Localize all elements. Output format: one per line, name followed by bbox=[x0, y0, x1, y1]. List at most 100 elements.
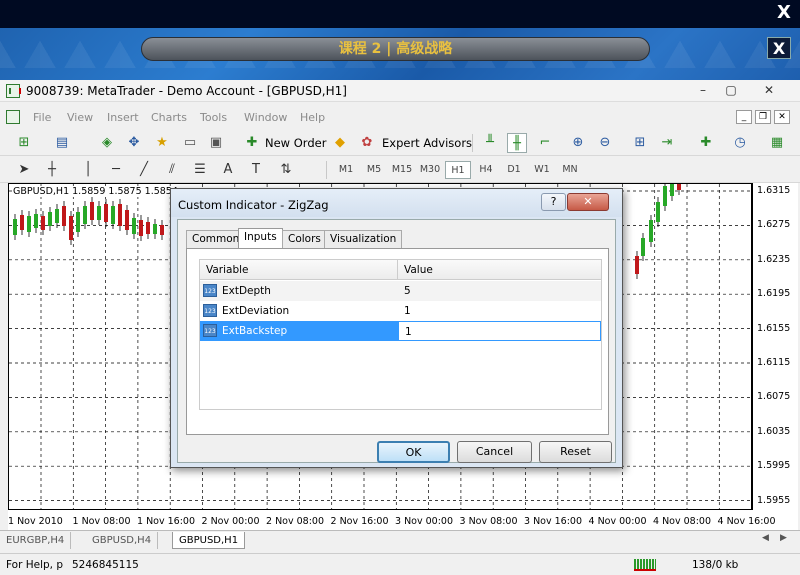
minimize-button[interactable]: – bbox=[690, 81, 716, 99]
text-icon[interactable]: A bbox=[218, 160, 238, 180]
tab-scroll-left-icon[interactable]: ◀ bbox=[762, 533, 769, 543]
fibonacci-icon[interactable]: ☰ bbox=[190, 160, 210, 180]
inputs-panel: Variable Value 123 ExtDepth 5 123 ExtDev… bbox=[186, 248, 609, 435]
profiles-icon[interactable]: ▤ bbox=[52, 133, 72, 153]
chart-tab-gbpusd-h1[interactable]: GBPUSD,H1 bbox=[172, 532, 246, 549]
equidistant-channel-icon[interactable]: ⫽ bbox=[162, 160, 182, 180]
price-label: 1.6315 bbox=[757, 185, 791, 196]
ok-button[interactable]: OK bbox=[377, 441, 450, 463]
time-label: 2 Nov 08:00 bbox=[266, 516, 325, 527]
timeframe-mn[interactable]: MN bbox=[557, 161, 583, 179]
tab-common[interactable]: Common bbox=[186, 230, 246, 248]
candle bbox=[97, 206, 101, 220]
mdi-restore-button[interactable]: ❐ bbox=[755, 110, 771, 124]
menu-window[interactable]: Window bbox=[244, 111, 287, 124]
line-chart-icon[interactable]: ⌐ bbox=[535, 133, 555, 153]
value-cell[interactable]: 1 bbox=[398, 301, 601, 321]
table-row[interactable]: 123 ExtDeviation 1 bbox=[200, 301, 601, 321]
timeframe-m15[interactable]: M15 bbox=[389, 161, 415, 179]
navigator-icon[interactable]: ✥ bbox=[124, 133, 144, 153]
close-overlay-button[interactable]: X bbox=[774, 2, 794, 24]
cancel-button[interactable]: Cancel bbox=[457, 441, 532, 463]
dialog-titlebar: Custom Indicator - ZigZag ? ✕ bbox=[171, 189, 622, 217]
menu-insert[interactable]: Insert bbox=[107, 111, 139, 124]
mdi-minimize-button[interactable]: _ bbox=[736, 110, 752, 124]
menu-charts[interactable]: Charts bbox=[151, 111, 187, 124]
value-edit-field[interactable]: 1 bbox=[398, 321, 601, 341]
metaeditor-icon[interactable]: ◆ bbox=[330, 133, 350, 153]
timeframe-m1[interactable]: M1 bbox=[333, 161, 359, 179]
horizontal-line-icon[interactable]: ─ bbox=[106, 160, 126, 180]
arrows-icon[interactable]: ⇅ bbox=[276, 160, 296, 180]
dialog-body: Common Inputs Colors Visualization Varia… bbox=[177, 219, 616, 463]
expert-advisors-icon[interactable]: ✿ bbox=[357, 133, 377, 153]
vertical-line-icon[interactable]: │ bbox=[78, 160, 98, 180]
tab-colors[interactable]: Colors bbox=[282, 230, 327, 248]
candle bbox=[90, 202, 94, 220]
menu-file[interactable]: File bbox=[33, 111, 51, 124]
text-label-icon[interactable]: T bbox=[246, 160, 266, 180]
column-header-value[interactable]: Value bbox=[398, 260, 601, 280]
variable-name: ExtDeviation bbox=[222, 305, 290, 317]
new-order-button[interactable]: New Order bbox=[265, 136, 326, 150]
tab-visualization[interactable]: Visualization bbox=[324, 230, 403, 248]
timeframe-w1[interactable]: W1 bbox=[529, 161, 555, 179]
candle bbox=[20, 215, 24, 230]
zoom-in-icon[interactable]: ⊕ bbox=[568, 133, 588, 153]
periods-icon[interactable]: ◷ bbox=[730, 133, 750, 153]
candlestick-icon[interactable]: ╫ bbox=[507, 133, 527, 153]
timeframe-m5[interactable]: M5 bbox=[361, 161, 387, 179]
table-row-selected[interactable]: 123 ExtBackstep 1 bbox=[200, 321, 601, 341]
market-watch-icon[interactable]: ◈ bbox=[97, 133, 117, 153]
reset-button[interactable]: Reset bbox=[539, 441, 612, 463]
indicators-icon[interactable]: ✚ bbox=[696, 133, 716, 153]
mdi-close-button[interactable]: ✕ bbox=[774, 110, 790, 124]
timeframe-d1[interactable]: D1 bbox=[501, 161, 527, 179]
candle bbox=[69, 216, 73, 240]
candle bbox=[83, 206, 87, 224]
column-header-variable[interactable]: Variable bbox=[200, 260, 398, 280]
expert-advisors-button[interactable]: Expert Advisors bbox=[382, 136, 472, 150]
timeframe-h1[interactable]: H1 bbox=[445, 161, 471, 179]
dialog-help-button[interactable]: ? bbox=[541, 193, 566, 211]
close-window-button[interactable]: ✕ bbox=[756, 81, 782, 99]
price-label: 1.6075 bbox=[757, 391, 791, 403]
chart-shift-icon[interactable]: ⇥ bbox=[657, 133, 677, 153]
templates-icon[interactable]: ▦ bbox=[767, 133, 787, 153]
dialog-close-button[interactable]: ✕ bbox=[567, 193, 609, 211]
chart-tab-gbpusd-h4[interactable]: GBPUSD,H4 bbox=[86, 532, 159, 549]
trendline-icon[interactable]: ╱ bbox=[134, 160, 154, 180]
table-row[interactable]: 123 ExtDepth 5 bbox=[200, 281, 601, 301]
menu-tools[interactable]: Tools bbox=[200, 111, 227, 124]
connection-status-icon[interactable] bbox=[634, 559, 656, 571]
maximize-button[interactable]: ▢ bbox=[718, 81, 744, 99]
terminal-icon[interactable]: ▭ bbox=[180, 133, 200, 153]
new-chart-icon[interactable]: ⊞ bbox=[14, 133, 34, 153]
menu-view[interactable]: View bbox=[67, 111, 93, 124]
cursor-icon[interactable]: ➤ bbox=[14, 160, 34, 180]
variable-cell: 123 ExtBackstep bbox=[200, 321, 398, 341]
strategy-tester-icon[interactable]: ▣ bbox=[206, 133, 226, 153]
menu-help[interactable]: Help bbox=[300, 111, 325, 124]
menu-bar: File View Insert Charts Tools Window Hel… bbox=[0, 107, 800, 129]
close-course-button[interactable]: X bbox=[767, 37, 791, 59]
tile-windows-icon[interactable]: ⊞ bbox=[630, 133, 650, 153]
zoom-out-icon[interactable]: ⊖ bbox=[595, 133, 615, 153]
window-title: 9008739: MetaTrader - Demo Account - [GB… bbox=[26, 84, 347, 98]
timeframe-h4[interactable]: H4 bbox=[473, 161, 499, 179]
favorites-icon[interactable]: ★ bbox=[152, 133, 172, 153]
dialog-title: Custom Indicator - ZigZag bbox=[178, 198, 329, 212]
standard-toolbar: ⊞ ▤ ◈ ✥ ★ ▭ ▣ ✚ New Order ◆ ✿ Expert Adv… bbox=[0, 130, 800, 156]
new-order-icon[interactable]: ✚ bbox=[242, 133, 262, 153]
time-label: 3 Nov 08:00 bbox=[459, 516, 518, 527]
status-help-text: For Help, p bbox=[6, 559, 64, 571]
value-cell[interactable]: 5 bbox=[398, 281, 601, 301]
timeframe-m30[interactable]: M30 bbox=[417, 161, 443, 179]
crosshair-icon[interactable]: ┼ bbox=[42, 160, 62, 180]
chart-tab-eurgbp-h4[interactable]: EURGBP,H4 bbox=[0, 532, 72, 549]
chart-symbol-label: GBPUSD,H1 1.5859 1.5875 1.5854 bbox=[13, 186, 178, 197]
tab-scroll-right-icon[interactable]: ▶ bbox=[780, 533, 787, 543]
tab-inputs[interactable]: Inputs bbox=[238, 228, 283, 249]
bar-chart-icon[interactable]: ╨ bbox=[480, 133, 500, 153]
price-label: 1.6035 bbox=[757, 425, 791, 437]
